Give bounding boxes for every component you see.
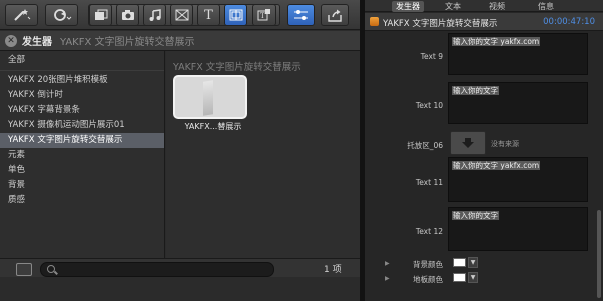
tab-text[interactable]: 文本 [445,1,461,12]
inspector-title-bar: YAKFX 文字图片旋转交替展示 00:00:47:10 [365,13,603,31]
toolbar: T T [0,0,360,30]
floor-color-swatch[interactable] [453,273,466,282]
tab-info[interactable]: 信息 [538,1,554,12]
field-label-text-12: Text 12 [415,227,443,236]
inspector-tabs: 发生器 文本 视频 信息 [365,0,603,12]
search-icon [47,265,55,273]
field-label-text-11: Text 11 [415,178,443,187]
text-10-value: 输入你的文字 [452,86,499,95]
sidebar-item-all[interactable]: 全部 [0,53,164,68]
generator-icon [229,9,242,21]
generator-content-area: YAKFX 文字图片旋转交替展示 YAKFX...替展示 [166,51,360,258]
sidebar-item-20-photos[interactable]: YAKFX 20张图片堆积模板 [0,73,164,88]
camera-icon [121,10,134,20]
text-12-field[interactable]: 输入你的文字 [448,207,588,251]
drop-zone-label: 托放区_06 [407,141,443,150]
drop-arrow-icon [462,138,474,148]
titles-button[interactable]: T [197,4,220,26]
sidebar-item-camera-motion[interactable]: YAKFX 摄像机运动图片展示01 [0,118,164,133]
title-icon: T [204,7,213,23]
generator-icon [370,17,379,26]
music-button[interactable] [143,4,166,26]
music-icon [149,9,161,21]
sidebar-item-text-image-rotate[interactable]: YAKFX 文字图片旋转交替展示 [0,133,164,148]
inspector-title: YAKFX 文字图片旋转交替展示 [383,19,498,29]
sidebar-item-countdown[interactable]: YAKFX 倒计时 [0,88,164,103]
divider [0,70,164,71]
browser-icon [94,9,107,20]
bg-color-dropdown[interactable]: ▼ [468,257,478,268]
content-title: YAKFX 文字图片旋转交替展示 [173,62,301,73]
undo-icon [53,9,71,21]
thumbnail-label: YAKFX...替展示 [184,122,242,131]
empty-area [0,277,360,301]
item-count: 1 项 [324,265,342,275]
transition-icon [175,9,188,21]
drop-zone-well[interactable] [450,131,486,155]
text-9-field[interactable]: 输入你的文字 yakfx.com [448,33,588,75]
text-11-value: 输入你的文字 yakfx.com [452,161,541,170]
photos-button[interactable] [116,4,139,26]
magic-wand-icon [13,9,30,21]
sidebar-item-subtitle-bar[interactable]: YAKFX 字幕背景条 [0,103,164,118]
tab-video[interactable]: 视频 [489,1,505,12]
generator-category-list: 全部 YAKFX 20张图片堆积模板 YAKFX 倒计时 YAKFX 字幕背景条… [0,51,165,258]
floor-color-dropdown[interactable]: ▼ [468,272,478,283]
share-button[interactable] [321,4,349,26]
text-12-value: 输入你的文字 [452,211,499,220]
chevron-down-icon: ▼ [470,259,476,266]
inspector-toggle-button[interactable] [287,4,315,26]
magic-wand-button[interactable] [5,4,38,26]
browser-header-title: 发生器 [22,37,52,48]
thumbnail-preview [203,80,213,116]
browser-bottom-bar: 1 项 [0,258,360,277]
generators-button[interactable] [224,4,247,26]
bg-color-label: 背景颜色 [413,260,443,269]
generator-thumbnail[interactable] [173,75,247,119]
search-input[interactable] [40,262,274,277]
themes-button[interactable]: T [252,4,276,26]
sidebar-item-backgrounds[interactable]: 背景 [0,178,164,193]
sidebar-item-solids[interactable]: 单色 [0,163,164,178]
field-label-text-9: Text 9 [420,52,443,61]
browser-header: ✕ 发生器 YAKFX 文字图片旋转交替展示 [0,31,360,51]
filmstrip-toggle-button[interactable] [16,263,32,276]
chevron-down-icon: ▼ [470,274,476,281]
inspector-toggle-icon [294,10,308,20]
close-icon[interactable]: ✕ [5,34,17,47]
undo-button[interactable] [45,4,78,26]
floor-color-label: 地板颜色 [413,275,443,284]
drop-zone-placeholder: 没有来源 [491,140,519,148]
themes-icon: T [257,9,270,21]
text-9-value: 输入你的文字 yakfx.com [452,37,541,46]
transitions-button[interactable] [170,4,193,26]
sidebar-item-textures[interactable]: 质感 [0,193,164,208]
inspector-scrollbar[interactable] [597,210,601,298]
timecode: 00:00:47:10 [543,17,595,27]
sidebar-item-elements[interactable]: 元素 [0,148,164,163]
share-icon [328,9,342,22]
bg-color-swatch[interactable] [453,258,466,267]
field-label-text-10: Text 10 [415,101,443,110]
text-10-field[interactable]: 输入你的文字 [448,82,588,124]
tab-generator[interactable]: 发生器 [392,1,424,12]
libraries-button[interactable] [89,4,112,26]
text-11-field[interactable]: 输入你的文字 yakfx.com [448,157,588,202]
browser-header-subtitle: YAKFX 文字图片旋转交替展示 [60,37,195,48]
svg-text:T: T [260,12,265,20]
